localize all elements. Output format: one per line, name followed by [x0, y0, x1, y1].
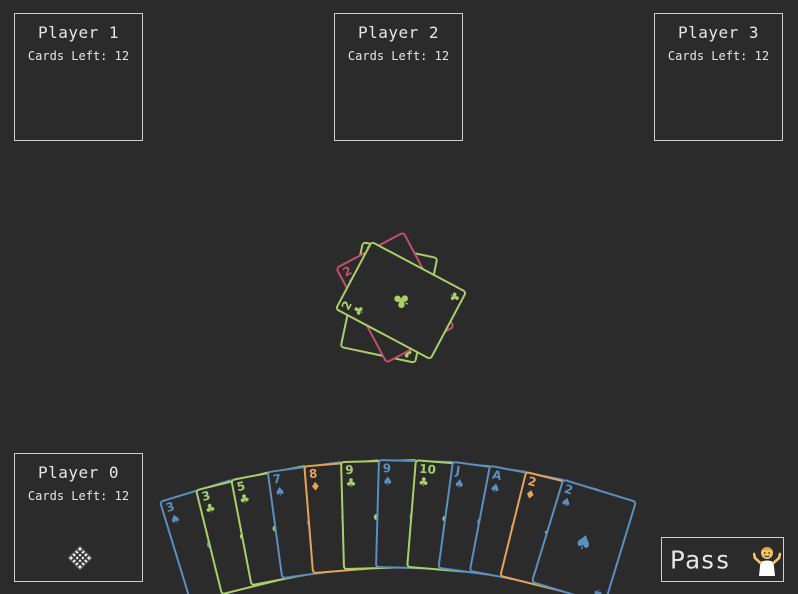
club-icon: ♣ — [238, 491, 252, 508]
club-icon: ♣ — [345, 475, 358, 491]
player-hand: 3♠♠♠3♣♣♣5♣♣♣7♠♠♠8♦♦♦9♣♣♣9♠♠♠10♣♣♣J♠♠♠A♠♠… — [0, 0, 798, 594]
spade-icon: ♠ — [558, 494, 573, 511]
spade-icon: ♠ — [453, 476, 466, 492]
spade-icon: ♠ — [381, 474, 393, 489]
game-table: Player 1 Cards Left: 12 Player 2 Cards L… — [0, 0, 798, 594]
club-icon: ♣ — [417, 474, 430, 490]
spade-icon: ♠ — [571, 528, 596, 557]
spade-icon: ♠ — [168, 511, 183, 528]
spade-icon: ♠ — [488, 480, 502, 497]
club-icon: ♣ — [202, 500, 217, 517]
diamond-icon: ♦ — [523, 486, 538, 503]
spade-icon: ♠ — [273, 484, 287, 500]
diamond-icon: ♦ — [309, 479, 322, 494]
person-shrugging-icon — [753, 546, 782, 576]
card-corner: ♠ — [590, 586, 604, 594]
pass-button[interactable]: Pass — [661, 537, 784, 582]
pass-label: Pass — [670, 545, 731, 574]
